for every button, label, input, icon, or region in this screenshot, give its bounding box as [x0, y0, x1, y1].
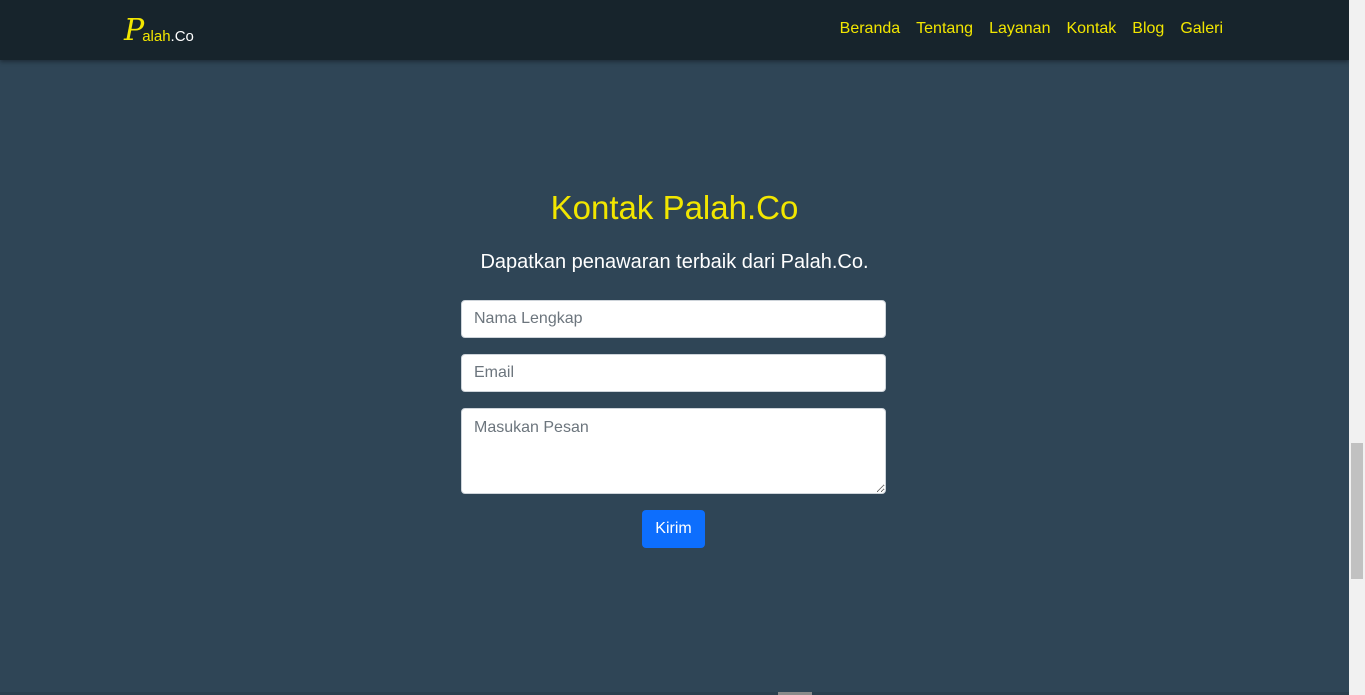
- page: P alah.Co Beranda Tentang Layanan Kontak…: [0, 0, 1365, 695]
- nav-link-tentang[interactable]: Tentang: [916, 18, 973, 40]
- message-textarea[interactable]: [461, 408, 886, 494]
- scrollbar-thumb[interactable]: [1351, 443, 1363, 579]
- contact-title: Kontak Palah.Co: [550, 189, 799, 226]
- logo[interactable]: P alah.Co: [124, 12, 194, 48]
- name-input[interactable]: [461, 300, 886, 338]
- logo-text-alah: alah: [142, 28, 171, 45]
- nav-link-galeri[interactable]: Galeri: [1180, 18, 1223, 40]
- logo-text-co: .Co: [170, 28, 194, 45]
- logo-text: alah.Co: [142, 28, 194, 46]
- submit-button[interactable]: Kirim: [642, 510, 705, 548]
- nav-link-kontak[interactable]: Kontak: [1066, 18, 1116, 40]
- nav-link-beranda[interactable]: Beranda: [840, 18, 901, 40]
- navbar: P alah.Co Beranda Tentang Layanan Kontak…: [0, 0, 1349, 60]
- logo-initial: P: [124, 13, 145, 48]
- vertical-scrollbar[interactable]: [1349, 0, 1365, 695]
- nav-link-layanan[interactable]: Layanan: [989, 18, 1050, 40]
- nav-link-blog[interactable]: Blog: [1132, 18, 1164, 40]
- nav-links: Beranda Tentang Layanan Kontak Blog Gale…: [840, 18, 1223, 40]
- contact-subtitle: Dapatkan penawaran terbaik dari Palah.Co…: [480, 251, 869, 273]
- email-input[interactable]: [461, 354, 886, 392]
